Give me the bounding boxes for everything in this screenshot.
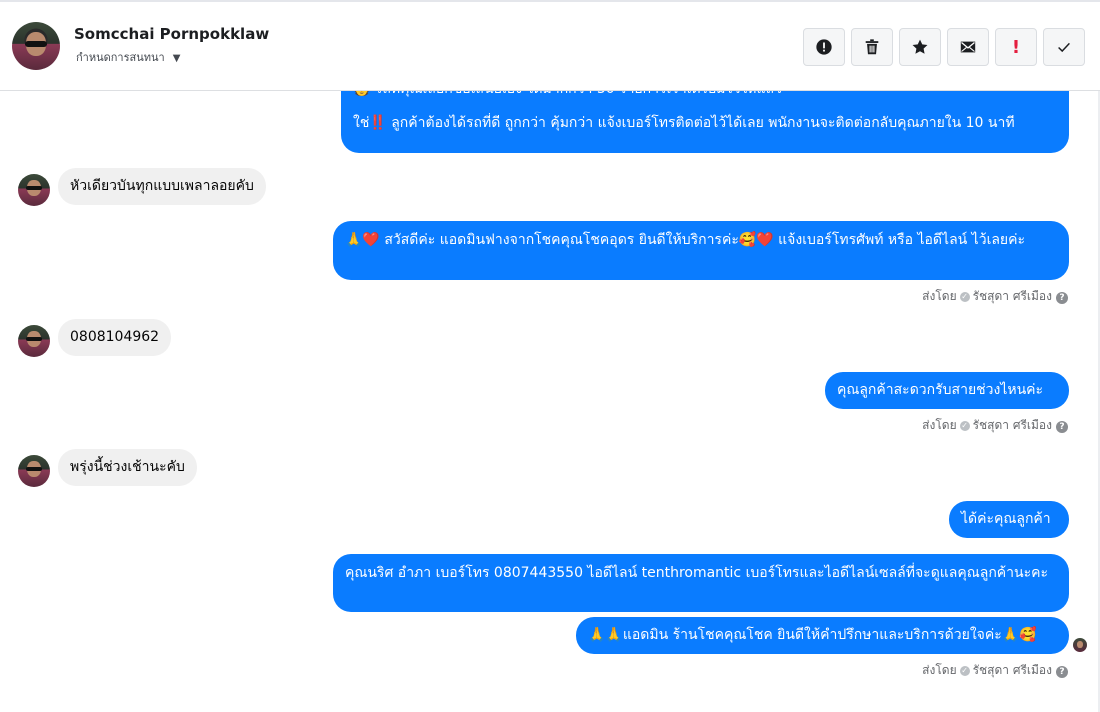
message-outgoing[interactable]: 🙏❤️ สวัสดีค่ะ แอดมินฟางจากโชคคุณโชคอุดร … xyxy=(333,221,1069,280)
delete-button[interactable] xyxy=(851,28,893,66)
sent-by-info: ส่งโดย ✓ รัชสุดา ศรีเมือง? xyxy=(922,416,1068,435)
agent-name[interactable]: รัชสุดา ศรีเมือง xyxy=(973,289,1052,303)
sent-by-info: ส่งโดย ✓ รัชสุดา ศรีเมือง? xyxy=(922,287,1068,306)
assign-conversation-dropdown[interactable]: กำหนดการสนทนา ▼ xyxy=(76,48,180,66)
help-icon[interactable]: ? xyxy=(1056,666,1068,678)
sent-by-label: ส่งโดย xyxy=(922,663,957,677)
star-icon xyxy=(912,39,928,54)
sent-by-info: ส่งโดย ✓ รัชสุดา ศรีเมือง? xyxy=(922,661,1068,680)
message-incoming[interactable]: พรุ่งนี้ช่วงเช้านะคับ xyxy=(58,449,197,486)
message-incoming[interactable]: 0808104962 xyxy=(58,319,172,356)
message-text: 🙏❤️ สวัสดีค่ะ แอดมินฟางจากโชคคุณโชคอุดร … xyxy=(345,232,1026,248)
message-outgoing[interactable]: 🙏🙏แอดมิน ร้านโชคคุณโชค ยินดีให้คำปรึกษาแ… xyxy=(576,617,1069,654)
message-outgoing[interactable]: ได้ค่ะคุณลูกค้า xyxy=(949,501,1069,538)
message-text: หัวเดียวบันทุกแบบเพลาลอยคับ xyxy=(70,178,254,194)
contact-avatar-small[interactable] xyxy=(18,174,50,206)
mail-icon xyxy=(960,41,976,53)
conversation-header: Somcchai Pornpokklaw กำหนดการสนทนา ▼ ! xyxy=(0,2,1100,91)
message-outgoing[interactable]: คุณนริศ อำภา เบอร์โทร 0807443550 ไอดีไลน… xyxy=(333,554,1069,612)
message-text-line: ใช่‼️ ลูกค้าต้องได้รถที่ดี ถูกกว่า คุ้มก… xyxy=(353,115,1015,131)
contact-avatar[interactable] xyxy=(12,22,60,70)
report-icon xyxy=(816,39,832,55)
sent-by-label: ส่งโดย xyxy=(922,418,957,432)
message-text-line: 🧑 รถที่คุณเลือกข้อเสนอเอง ได้มากกว่า 50 … xyxy=(353,91,1057,99)
header-actions: ! xyxy=(803,28,1085,66)
star-button[interactable] xyxy=(899,28,941,66)
message-outgoing[interactable]: คุณลูกค้าสะดวกรับสายช่วงไหนค่ะ xyxy=(825,372,1069,409)
message-text: คุณนริศ อำภา เบอร์โทร 0807443550 ไอดีไลน… xyxy=(345,565,1049,581)
sent-by-label: ส่งโดย xyxy=(922,289,957,303)
verified-icon: ✓ xyxy=(959,292,970,302)
assign-conversation-label: กำหนดการสนทนา xyxy=(76,51,165,64)
message-text: พรุ่งนี้ช่วงเช้านะคับ xyxy=(70,459,185,475)
message-outgoing[interactable]: 🧑 รถที่คุณเลือกข้อเสนอเอง ได้มากกว่า 50 … xyxy=(341,91,1069,153)
agent-name[interactable]: รัชสุดา ศรีเมือง xyxy=(973,418,1052,432)
important-icon: ! xyxy=(1011,36,1021,58)
seen-indicator-avatar xyxy=(1073,638,1087,652)
mark-unread-button[interactable] xyxy=(947,28,989,66)
check-icon xyxy=(1058,42,1070,53)
help-icon[interactable]: ? xyxy=(1056,421,1068,433)
message-text: ได้ค่ะคุณลูกค้า xyxy=(961,511,1051,527)
help-icon[interactable]: ? xyxy=(1056,292,1068,304)
contact-avatar-small[interactable] xyxy=(18,455,50,487)
verified-icon: ✓ xyxy=(959,421,970,431)
agent-name[interactable]: รัชสุดา ศรีเมือง xyxy=(973,663,1052,677)
mark-important-button[interactable]: ! xyxy=(995,28,1037,66)
verified-icon: ✓ xyxy=(959,666,970,676)
message-text: คุณลูกค้าสะดวกรับสายช่วงไหนค่ะ xyxy=(837,382,1044,398)
message-thread[interactable]: 🧑 รถที่คุณเลือกข้อเสนอเอง ได้มากกว่า 50 … xyxy=(0,91,1100,712)
contact-name[interactable]: Somcchai Pornpokklaw xyxy=(74,25,269,43)
mark-done-button[interactable] xyxy=(1043,28,1085,66)
trash-icon xyxy=(865,39,879,55)
message-text: 0808104962 xyxy=(70,329,160,345)
message-text: 🙏🙏แอดมิน ร้านโชคคุณโชค ยินดีให้คำปรึกษาแ… xyxy=(588,627,1037,643)
report-spam-button[interactable] xyxy=(803,28,845,66)
message-incoming[interactable]: หัวเดียวบันทุกแบบเพลาลอยคับ xyxy=(58,168,266,205)
caret-down-icon: ▼ xyxy=(172,53,181,64)
contact-avatar-small[interactable] xyxy=(18,325,50,357)
